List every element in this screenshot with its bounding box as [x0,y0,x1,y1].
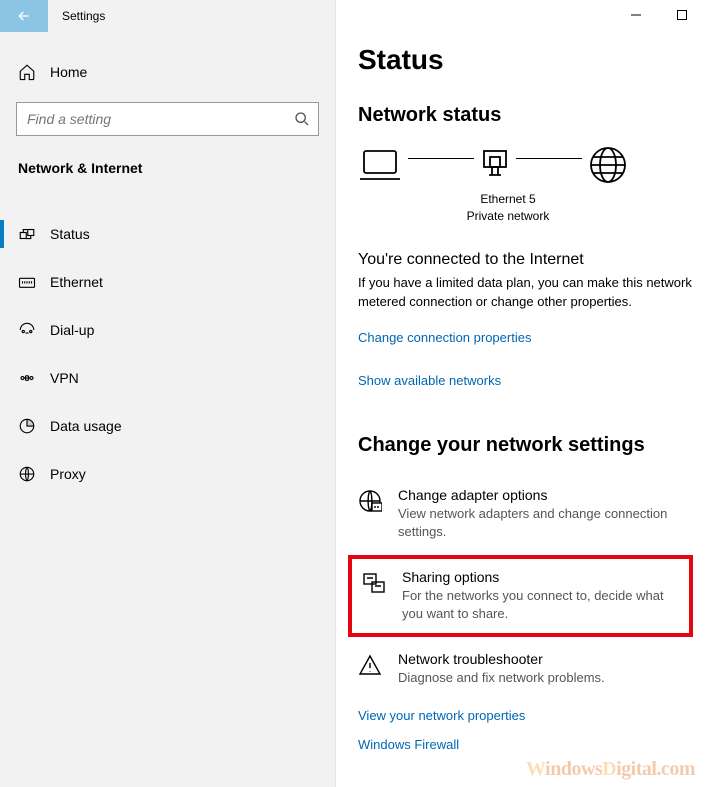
link-windows-firewall[interactable]: Windows Firewall [336,737,705,752]
vpn-icon [18,369,36,387]
maximize-button[interactable] [659,0,705,30]
search-field[interactable] [17,103,278,135]
proxy-icon [18,465,36,483]
connected-body: If you have a limited data plan, you can… [336,269,705,312]
row-title: Sharing options [402,569,681,585]
home-icon [18,63,36,81]
sidebar-item-vpn[interactable]: VPN [0,354,335,402]
sidebar-item-label: VPN [36,370,79,386]
watermark: WWindowsDigital.comindowsDigital.com [526,758,695,781]
highlighted-sharing-options: Sharing options For the networks you con… [348,555,693,637]
window-controls [613,0,705,30]
link-view-network-properties[interactable]: View your network properties [336,708,705,723]
sidebar-nav: Status Ethernet Dial-up VPN [0,210,335,498]
sidebar-section-label: Network & Internet [0,136,335,186]
connected-heading: You're connected to the Internet [336,251,705,269]
section-change-settings: Change your network settings [336,434,705,457]
minimize-button[interactable] [613,0,659,30]
sidebar-item-status[interactable]: Status [0,210,335,258]
row-change-adapter-options[interactable]: Change adapter options View network adap… [336,477,705,551]
row-desc: View network adapters and change connect… [398,505,689,541]
back-button[interactable] [0,0,48,32]
row-network-troubleshooter[interactable]: Network troubleshooter Diagnose and fix … [336,641,705,697]
router-icon [480,147,510,183]
main-panel: Status Network status Ethernet 5 Private… [336,0,705,787]
diagram-caption: Ethernet 5 Private network [358,191,658,225]
datausage-icon [18,417,36,435]
row-desc: Diagnose and fix network problems. [398,669,605,687]
device-icon [358,147,402,183]
dialup-icon [18,321,36,339]
adapter-icon [358,489,382,513]
sidebar-item-dialup[interactable]: Dial-up [0,306,335,354]
app-title: Settings [48,9,105,23]
connection-line [516,158,582,159]
sidebar-item-label: Ethernet [36,274,103,290]
section-network-status: Network status [336,104,705,127]
sidebar: Settings Home Network & Internet Stat [0,0,336,787]
sidebar-home-label: Home [36,64,87,80]
sidebar-item-label: Dial-up [36,322,94,338]
sharing-icon [362,571,386,595]
search-input[interactable] [16,102,319,136]
sidebar-item-datausage[interactable]: Data usage [0,402,335,450]
row-title: Network troubleshooter [398,651,605,667]
globe-icon [588,145,628,185]
status-icon [18,225,36,243]
connection-line [408,158,474,159]
connection-type: Private network [358,208,658,225]
troubleshoot-icon [358,653,382,677]
row-title: Change adapter options [398,487,689,503]
search-icon [294,111,310,127]
network-diagram [336,145,705,185]
sidebar-item-label: Status [36,226,90,242]
page-title: Status [336,44,705,76]
sidebar-item-label: Proxy [36,466,86,482]
sidebar-item-proxy[interactable]: Proxy [0,450,335,498]
titlebar: Settings [0,0,335,32]
sidebar-item-label: Data usage [36,418,122,434]
link-show-available-networks[interactable]: Show available networks [336,373,705,388]
row-sharing-options[interactable]: Sharing options For the networks you con… [362,569,681,623]
link-change-connection-properties[interactable]: Change connection properties [336,330,705,345]
sidebar-home[interactable]: Home [0,52,335,92]
connection-name: Ethernet 5 [358,191,658,208]
row-desc: For the networks you connect to, decide … [402,587,681,623]
ethernet-icon [18,273,36,291]
sidebar-item-ethernet[interactable]: Ethernet [0,258,335,306]
